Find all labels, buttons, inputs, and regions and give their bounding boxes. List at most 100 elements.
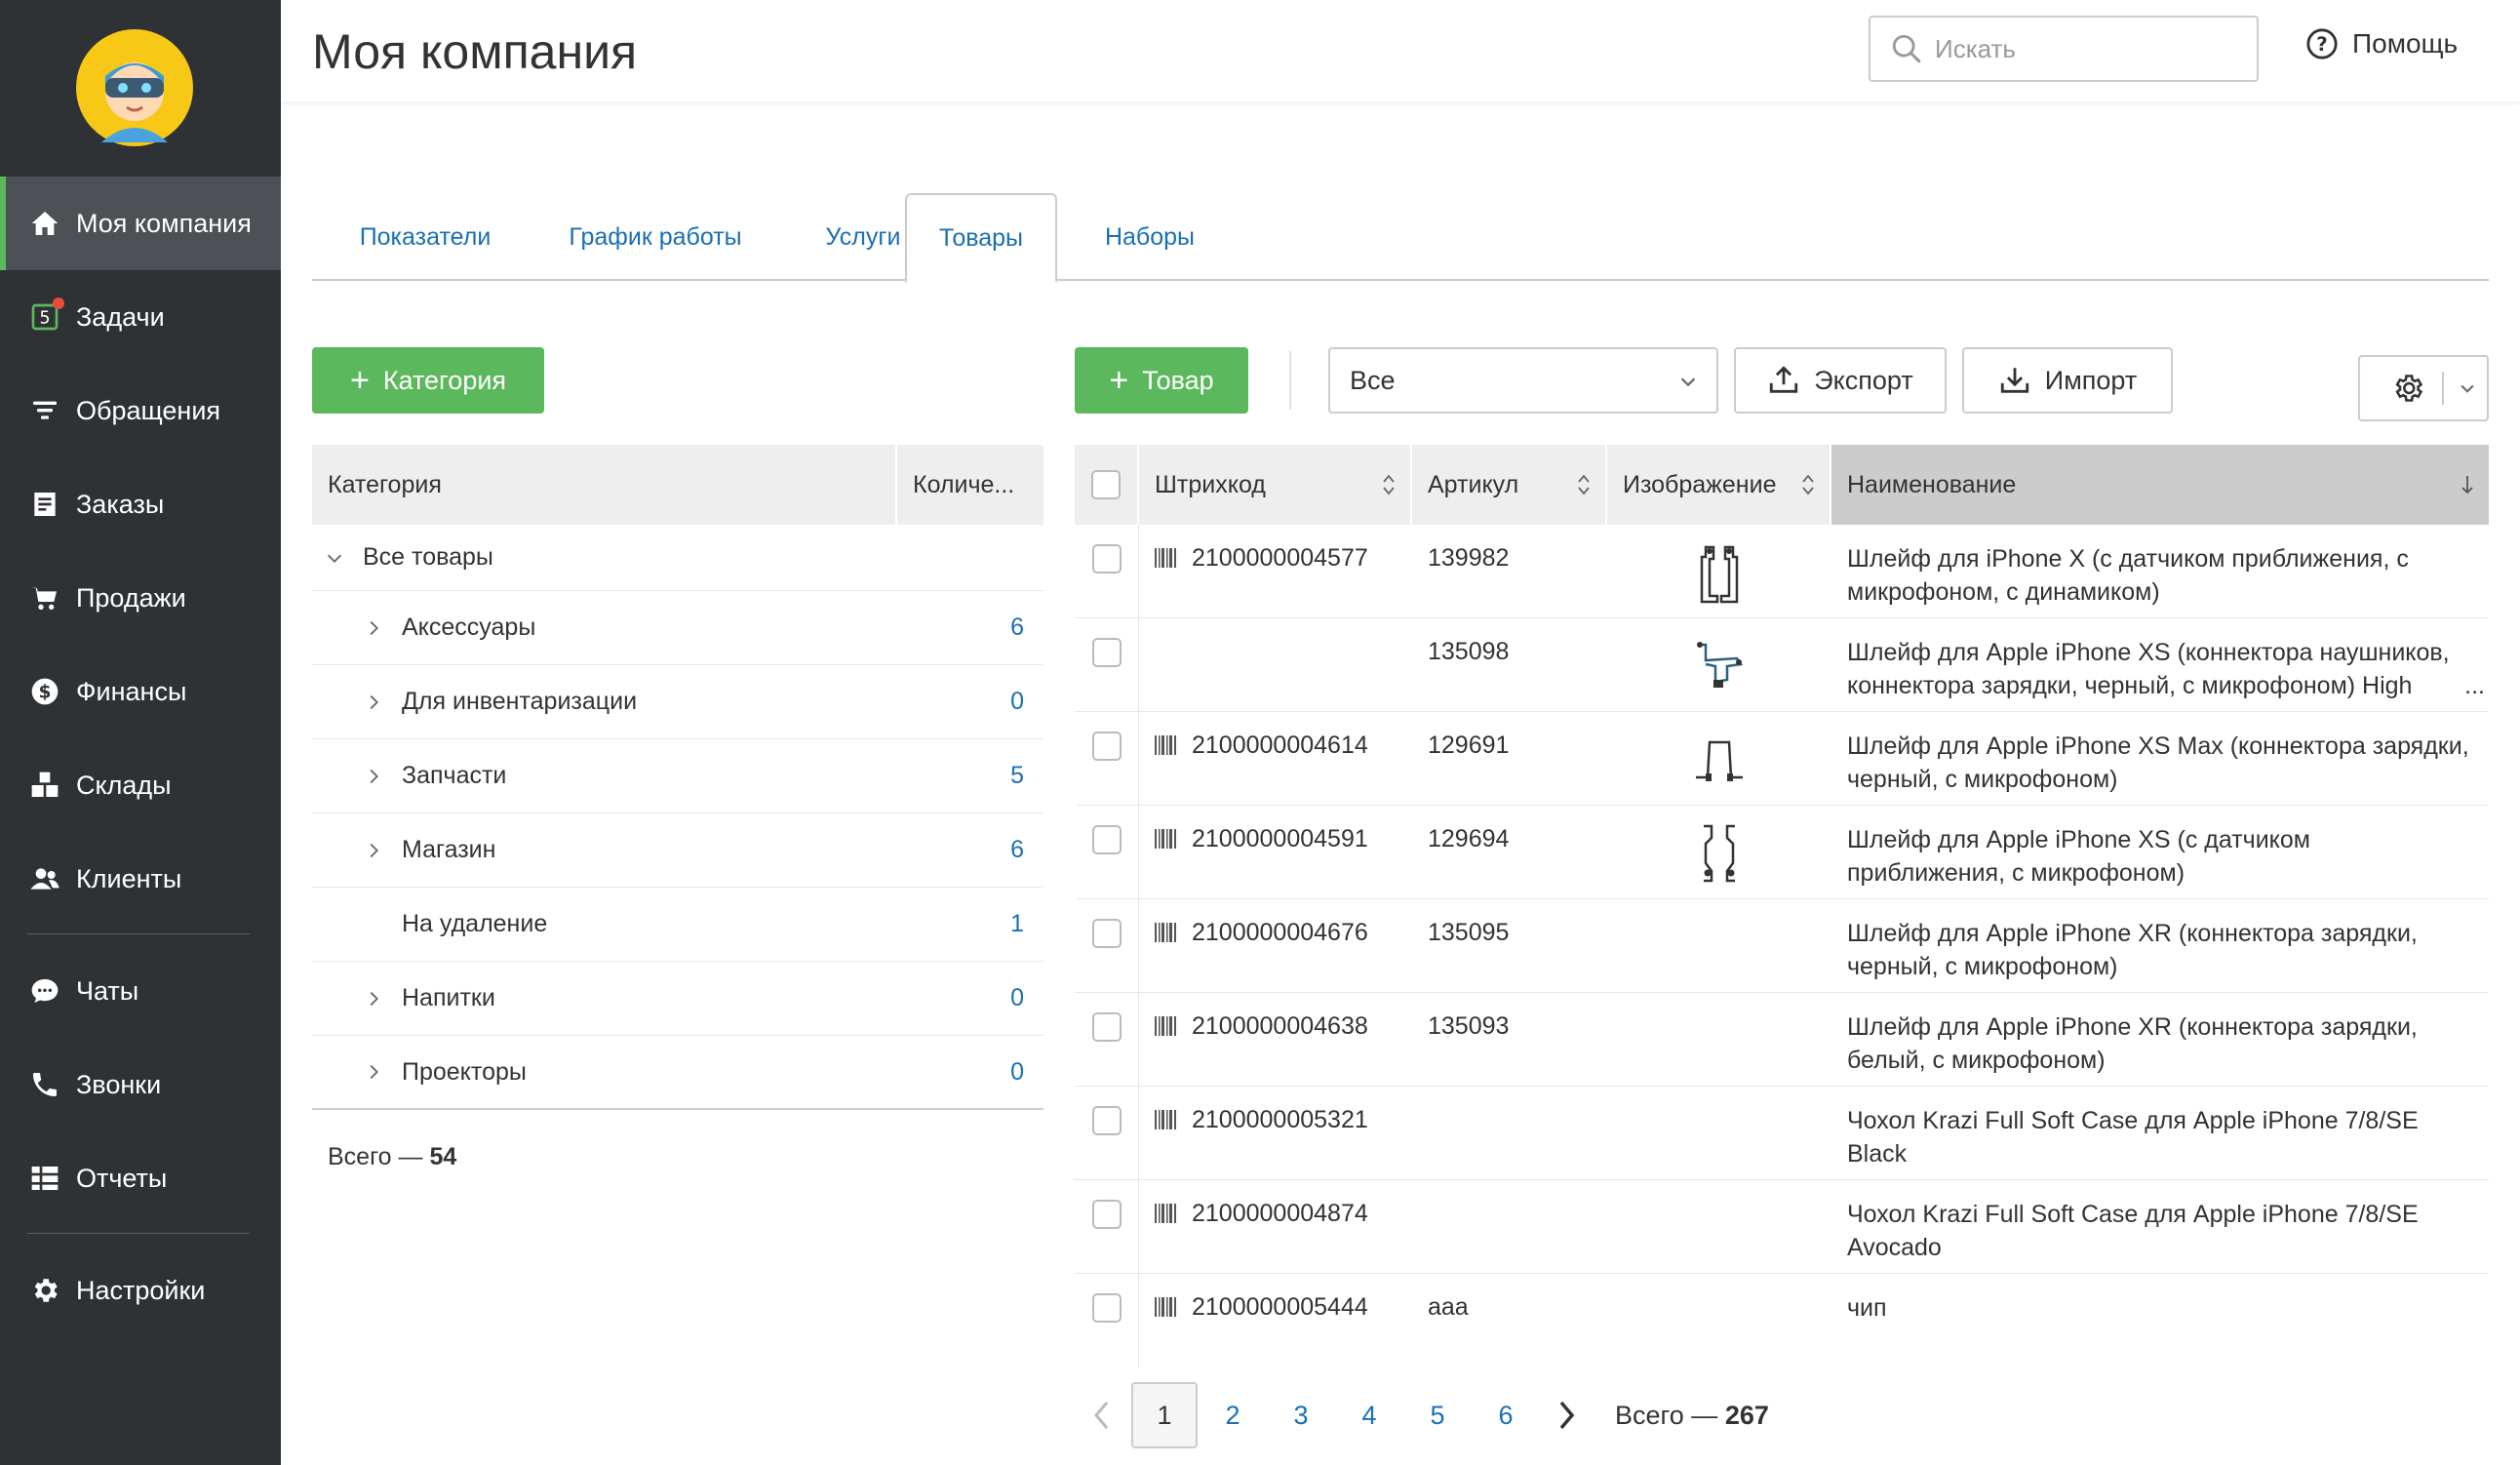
category-row[interactable]: Запчасти 5 <box>312 739 1043 813</box>
chevron-right-icon[interactable] <box>363 692 384 713</box>
image-cell[interactable] <box>1607 806 1831 898</box>
category-row[interactable]: Напитки 0 <box>312 962 1043 1036</box>
category-count[interactable]: 5 <box>1010 762 1024 790</box>
name-cell[interactable]: Шлейф для Apple iPhone XS (с датчиком пр… <box>1831 806 2489 898</box>
row-checkbox[interactable] <box>1091 544 1122 574</box>
table-row[interactable]: 2100000005444 aaa чип <box>1075 1274 2489 1367</box>
page-1[interactable]: 1 <box>1131 1382 1198 1448</box>
count-column-header[interactable]: Количе... <box>897 471 1014 499</box>
avatar[interactable] <box>74 27 195 148</box>
name-cell[interactable]: чип <box>1831 1274 2489 1367</box>
chevron-down-icon[interactable] <box>324 547 345 569</box>
category-row[interactable]: Проекторы 0 <box>312 1036 1043 1110</box>
chevron-right-icon[interactable] <box>363 840 384 861</box>
chevron-right-icon[interactable] <box>363 1061 384 1083</box>
name-cell[interactable]: Шлейф для Apple iPhone XR (коннектора за… <box>1831 993 2489 1086</box>
table-row[interactable]: 135098 Шлейф для Apple iPhone XS (коннек… <box>1075 618 2489 712</box>
row-checkbox[interactable] <box>1091 1293 1122 1323</box>
image-column-header[interactable]: Изображение <box>1607 445 1831 525</box>
name-cell[interactable]: Шлейф для iPhone X (с датчиком приближен… <box>1831 525 2489 617</box>
product-thumbnail[interactable] <box>1688 818 1751 887</box>
select-all-checkbox[interactable] <box>1091 470 1121 499</box>
product-thumbnail[interactable] <box>1688 631 1751 699</box>
image-cell[interactable] <box>1607 618 1831 711</box>
category-row[interactable]: На удаление 1 <box>312 888 1043 962</box>
name-cell[interactable]: Шлейф для Apple iPhone XS Max (коннектор… <box>1831 712 2489 805</box>
tab-schedule[interactable]: График работы <box>538 193 772 281</box>
export-button[interactable]: Экспорт <box>1734 347 1947 414</box>
chevron-right-icon[interactable] <box>363 617 384 639</box>
category-row[interactable]: Для инвентаризации 0 <box>312 665 1043 739</box>
sidebar-item-clients[interactable]: Клиенты <box>0 832 281 926</box>
row-checkbox[interactable] <box>1091 1200 1122 1229</box>
image-cell[interactable] <box>1607 712 1831 805</box>
sort-icon[interactable] <box>1381 472 1397 497</box>
sidebar-item-requests[interactable]: Обращения <box>0 364 281 457</box>
tab-products[interactable]: Товары <box>905 193 1057 283</box>
sort-desc-icon[interactable] <box>2460 472 2475 497</box>
name-cell[interactable]: Шлейф для Apple iPhone XS (коннектора на… <box>1831 618 2489 711</box>
category-row[interactable]: Аксессуары 6 <box>312 591 1043 665</box>
sort-icon[interactable] <box>1576 472 1592 497</box>
search-input[interactable] <box>1935 33 2227 64</box>
import-button[interactable]: Импорт <box>1962 347 2173 414</box>
product-thumbnail[interactable] <box>1688 725 1751 793</box>
chevron-right-icon[interactable] <box>363 766 384 787</box>
sidebar-item-chats[interactable]: Чаты <box>0 944 281 1038</box>
category-count[interactable]: 0 <box>1010 984 1024 1012</box>
category-row-all[interactable]: Все товары <box>312 525 1043 591</box>
sidebar-item-tasks[interactable]: 5 Задачи <box>0 270 281 364</box>
row-checkbox[interactable] <box>1091 638 1122 667</box>
page-6[interactable]: 6 <box>1473 1382 1539 1448</box>
product-filter-select[interactable]: Все <box>1328 347 1718 414</box>
barcode-column-header[interactable]: Штрихкод <box>1139 445 1412 525</box>
page-4[interactable]: 4 <box>1336 1382 1402 1448</box>
row-checkbox[interactable] <box>1091 825 1122 854</box>
chevron-right-icon[interactable] <box>363 988 384 1010</box>
sidebar-item-finance[interactable]: $ Финансы <box>0 645 281 738</box>
sidebar-item-calls[interactable]: Звонки <box>0 1038 281 1131</box>
name-cell[interactable]: Чохол Krazi Full Soft Case для Apple iPh… <box>1831 1087 2489 1179</box>
name-cell[interactable]: Чохол Krazi Full Soft Case для Apple iPh… <box>1831 1180 2489 1273</box>
category-count[interactable]: 1 <box>1010 910 1024 938</box>
next-page-button[interactable] <box>1547 1396 1586 1435</box>
tab-sets[interactable]: Наборы <box>1077 193 1223 281</box>
sidebar-item-warehouses[interactable]: Склады <box>0 738 281 832</box>
page-3[interactable]: 3 <box>1268 1382 1334 1448</box>
category-row[interactable]: Магазин 6 <box>312 813 1043 888</box>
sidebar-item-settings[interactable]: Настройки <box>0 1244 281 1337</box>
table-row[interactable]: 2100000005321 Чохол Krazi Full Soft Case… <box>1075 1087 2489 1180</box>
tab-indicators[interactable]: Показатели <box>328 193 523 281</box>
prev-page-button[interactable] <box>1083 1396 1122 1435</box>
table-settings-button[interactable] <box>2358 355 2489 421</box>
sidebar-item-reports[interactable]: Отчеты <box>0 1131 281 1225</box>
category-count[interactable]: 6 <box>1010 614 1024 642</box>
table-row[interactable]: 2100000004591 129694 Шлейф для Apple iPh… <box>1075 806 2489 899</box>
add-product-button[interactable]: + Товар <box>1075 347 1248 414</box>
table-row[interactable]: 2100000004638 135093 Шлейф для Apple iPh… <box>1075 993 2489 1087</box>
row-checkbox[interactable] <box>1091 1106 1122 1135</box>
category-column-header[interactable]: Категория <box>312 445 897 525</box>
sidebar-item-my-company[interactable]: Моя компания <box>0 177 281 270</box>
add-category-button[interactable]: + Категория <box>312 347 544 414</box>
table-row[interactable]: 2100000004676 135095 Шлейф для Apple iPh… <box>1075 899 2489 993</box>
category-count[interactable]: 6 <box>1010 836 1024 864</box>
table-row[interactable]: 2100000004577 139982 Шлейф для iPhone X … <box>1075 525 2489 618</box>
page-5[interactable]: 5 <box>1404 1382 1471 1448</box>
category-count[interactable]: 0 <box>1010 688 1024 716</box>
sort-icon[interactable] <box>1800 472 1816 497</box>
row-checkbox[interactable] <box>1091 732 1122 761</box>
name-cell[interactable]: Шлейф для Apple iPhone XR (коннектора за… <box>1831 899 2489 992</box>
help-button[interactable]: ? Помощь <box>2305 27 2458 60</box>
table-row[interactable]: 2100000004614 129691 Шлейф для Apple iPh… <box>1075 712 2489 806</box>
sidebar-item-sales[interactable]: Продажи <box>0 551 281 645</box>
article-column-header[interactable]: Артикул <box>1412 445 1607 525</box>
search-box[interactable] <box>1869 16 2259 82</box>
name-column-header[interactable]: Наименование <box>1831 445 2489 525</box>
category-count[interactable]: 0 <box>1010 1058 1024 1087</box>
image-cell[interactable] <box>1607 525 1831 617</box>
row-checkbox[interactable] <box>1091 1012 1122 1042</box>
page-2[interactable]: 2 <box>1200 1382 1266 1448</box>
row-checkbox[interactable] <box>1091 919 1122 948</box>
chevron-down-icon[interactable] <box>2458 378 2477 398</box>
